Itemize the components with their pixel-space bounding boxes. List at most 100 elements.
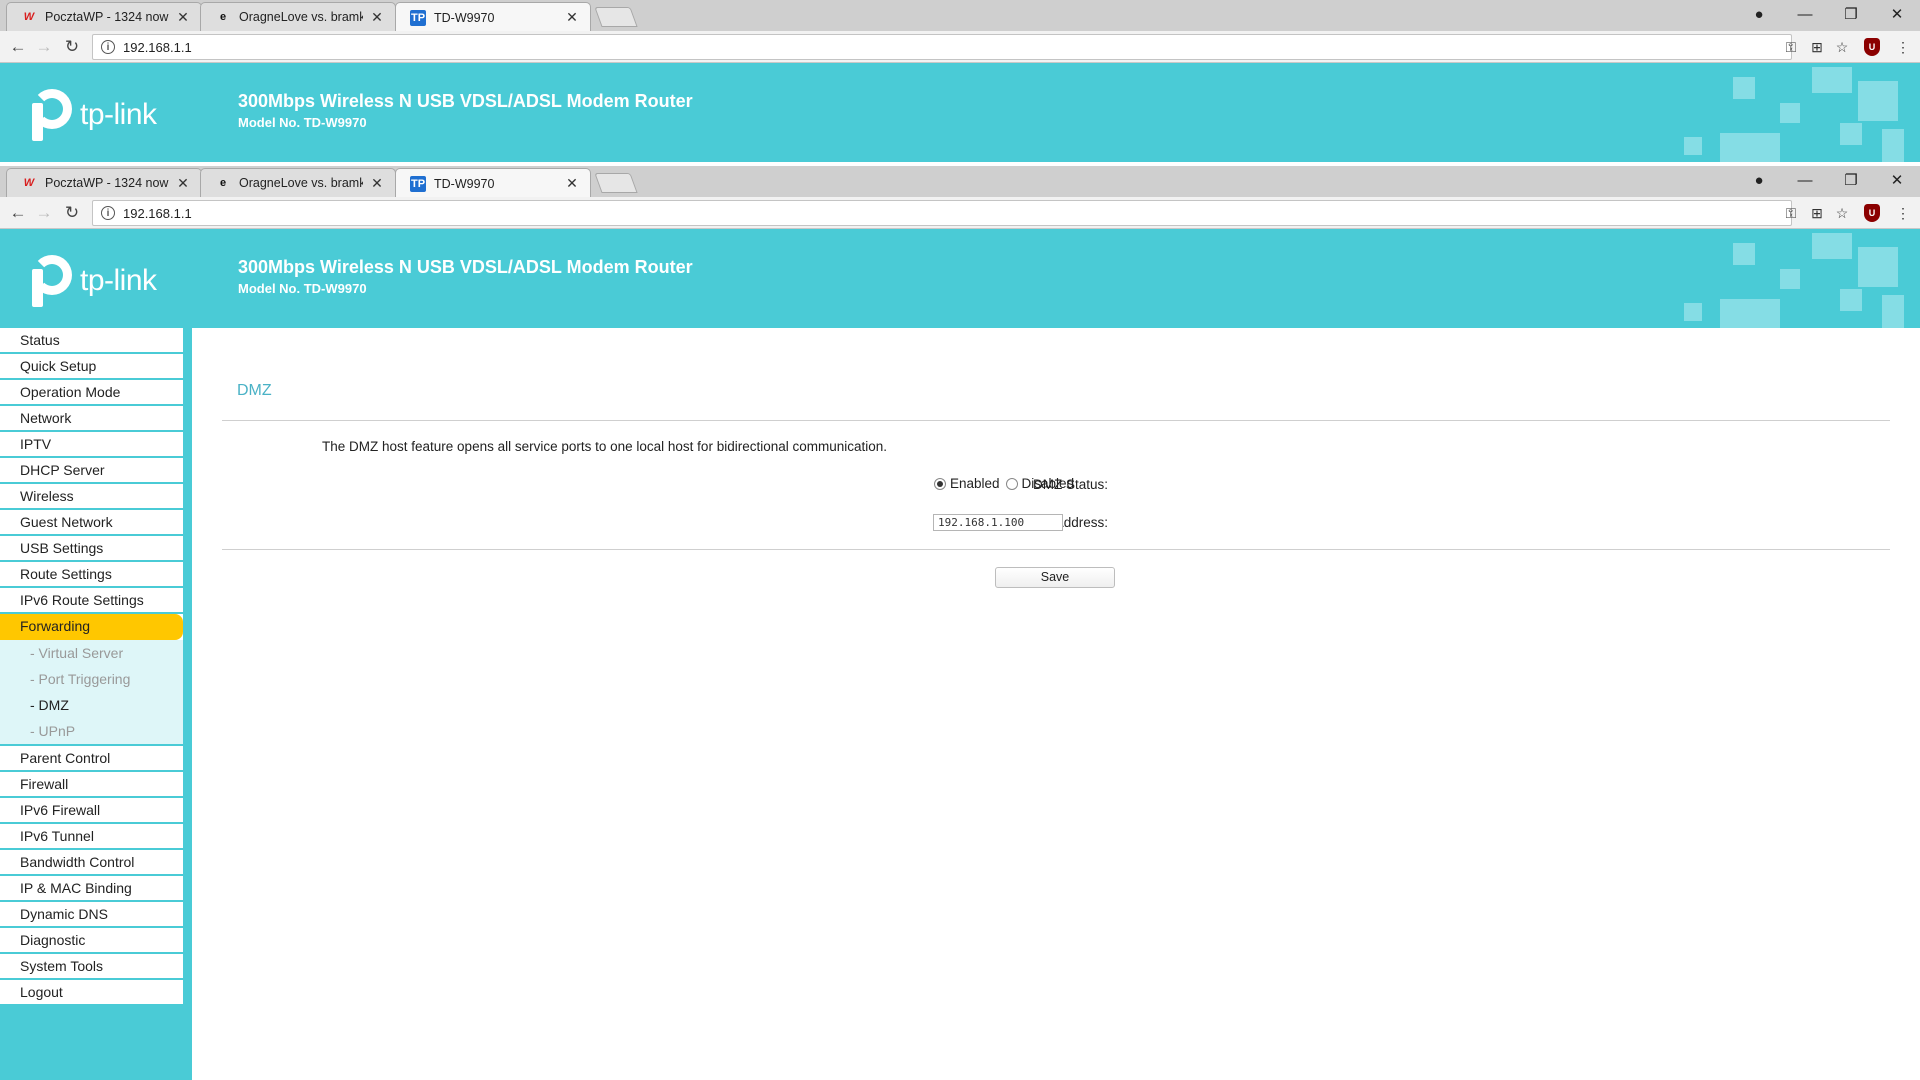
back-icon[interactable]: ← — [6, 201, 30, 225]
tab-td-w9970[interactable]: TP TD-W9970 ✕ — [395, 2, 591, 32]
forward-icon[interactable]: → — [32, 35, 56, 59]
sidebar-item-ipv6-firewall[interactable]: IPv6 Firewall — [0, 798, 183, 824]
dmz-enabled-label[interactable]: Enabled — [950, 476, 1000, 491]
sidebar-item-wireless[interactable]: Wireless — [0, 484, 183, 510]
header-decoration — [1858, 247, 1898, 287]
sidebar-item-operation-mode[interactable]: Operation Mode — [0, 380, 183, 406]
dmz-enabled-radio[interactable] — [934, 477, 946, 490]
close-icon[interactable]: ✕ — [564, 175, 580, 192]
translate-icon[interactable]: ⊞ — [1806, 36, 1828, 58]
back-icon[interactable]: ← — [6, 35, 30, 59]
dmz-host-ip-input[interactable]: 192.168.1.100 — [933, 514, 1063, 531]
browser-window: W PocztaWP - 1324 nowe ✕ e OragneLove vs… — [0, 166, 1920, 328]
sidebar-item-system-tools[interactable]: System Tools — [0, 954, 183, 980]
reload-icon[interactable]: ↻ — [60, 35, 84, 59]
header-decoration — [1780, 269, 1800, 289]
close-icon[interactable]: ✕ — [369, 175, 385, 192]
ublock-icon[interactable]: U — [1864, 204, 1880, 222]
sidebar-item-guest-network[interactable]: Guest Network — [0, 510, 183, 536]
reload-icon[interactable]: ↻ — [60, 201, 84, 225]
save-button[interactable]: Save — [995, 567, 1115, 588]
menu-icon[interactable]: ⋮ — [1892, 202, 1914, 224]
minimize-icon[interactable]: — — [1782, 166, 1828, 194]
header-decoration — [1720, 133, 1780, 162]
header-decoration — [1840, 289, 1862, 311]
tplink-logo: tp-link — [24, 255, 157, 307]
new-tab-button[interactable] — [594, 7, 638, 27]
close-icon[interactable]: ✕ — [175, 175, 191, 192]
sidebar-item-dynamic-dns[interactable]: Dynamic DNS — [0, 902, 183, 928]
sidebar-item-firewall[interactable]: Firewall — [0, 772, 183, 798]
subitem-virtual-server[interactable]: - Virtual Server — [0, 640, 183, 666]
info-icon[interactable]: i — [101, 206, 115, 220]
sidebar-item-forwarding[interactable]: Forwarding — [0, 614, 183, 640]
tab-oragnelove[interactable]: e OragneLove vs. bramka C ✕ — [200, 2, 396, 31]
profile-icon[interactable]: ● — [1736, 166, 1782, 194]
restore-icon[interactable]: ❐ — [1828, 0, 1874, 28]
tab-poczta[interactable]: W PocztaWP - 1324 nowe ✕ — [6, 2, 202, 31]
sidebar-item-usb-settings[interactable]: USB Settings — [0, 536, 183, 562]
header-decoration — [1684, 137, 1702, 155]
router-header: tp-link 300Mbps Wireless N USB VDSL/ADSL… — [0, 63, 1920, 162]
close-icon[interactable]: ✕ — [369, 9, 385, 26]
sidebar-item-network[interactable]: Network — [0, 406, 183, 432]
sidebar-item-iptv[interactable]: IPTV — [0, 432, 183, 458]
sidebar-item-route-settings[interactable]: Route Settings — [0, 562, 183, 588]
info-icon[interactable]: i — [101, 40, 115, 54]
sidebar-item-quick-setup[interactable]: Quick Setup — [0, 354, 183, 380]
menu-icon[interactable]: ⋮ — [1892, 36, 1914, 58]
wp-icon: W — [23, 11, 35, 23]
url-text: 192.168.1.1 — [123, 205, 192, 221]
tab-poczta[interactable]: W PocztaWP - 1324 nowe ✕ — [6, 168, 202, 197]
subitem-dmz[interactable]: - DMZ — [0, 692, 183, 718]
ublock-icon[interactable]: U — [1864, 38, 1880, 56]
divider — [222, 549, 1890, 550]
sidebar-item-dhcp-server[interactable]: DHCP Server — [0, 458, 183, 484]
star-icon[interactable]: ☆ — [1831, 36, 1853, 58]
sidebar-item-diagnostic[interactable]: Diagnostic — [0, 928, 183, 954]
translate-icon[interactable]: ⊞ — [1806, 202, 1828, 224]
window-close-icon[interactable]: ✕ — [1874, 166, 1920, 194]
tab-oragnelove[interactable]: e OragneLove vs. bramka C ✕ — [200, 168, 396, 197]
key-icon[interactable]: ⚿ — [1780, 36, 1802, 58]
sidebar-item-ipv6-tunnel[interactable]: IPv6 Tunnel — [0, 824, 183, 850]
sidebar-item-status[interactable]: Status — [0, 328, 183, 354]
tab-title: TD-W9970 — [434, 176, 495, 191]
star-icon[interactable]: ☆ — [1831, 202, 1853, 224]
new-tab-button[interactable] — [594, 173, 638, 193]
page-title: DMZ — [237, 382, 272, 399]
close-icon[interactable]: ✕ — [564, 9, 580, 26]
tab-td-w9970[interactable]: TP TD-W9970 ✕ — [395, 168, 591, 198]
forwarding-submenu: - Virtual Server - Port Triggering - DMZ… — [0, 640, 183, 746]
forward-icon[interactable]: → — [32, 201, 56, 225]
ie-icon: e — [219, 177, 227, 189]
subitem-upnp[interactable]: - UPnP — [0, 718, 183, 744]
sidebar-item-logout[interactable]: Logout — [0, 980, 183, 1006]
window-close-icon[interactable]: ✕ — [1874, 0, 1920, 28]
sidebar-item-ip-mac-binding[interactable]: IP & MAC Binding — [0, 876, 183, 902]
address-bar[interactable]: i 192.168.1.1 — [92, 200, 1792, 226]
header-decoration — [1840, 123, 1862, 145]
minimize-icon[interactable]: — — [1782, 0, 1828, 28]
profile-icon[interactable]: ● — [1736, 0, 1782, 28]
header-decoration — [1812, 233, 1852, 259]
header-decoration — [1812, 67, 1852, 93]
sidebar: Status Quick Setup Operation Mode Networ… — [0, 328, 192, 1080]
restore-icon[interactable]: ❐ — [1828, 166, 1874, 194]
router-header: tp-link 300Mbps Wireless N USB VDSL/ADSL… — [0, 229, 1920, 328]
main-content: DMZ The DMZ host feature opens all servi… — [192, 328, 1920, 1080]
address-bar[interactable]: i 192.168.1.1 — [92, 34, 1792, 60]
header-decoration — [1720, 299, 1780, 328]
dmz-disabled-label[interactable]: Disabled — [1022, 476, 1075, 491]
key-icon[interactable]: ⚿ — [1780, 202, 1802, 224]
sidebar-item-bandwidth-control[interactable]: Bandwidth Control — [0, 850, 183, 876]
header-decoration — [1858, 81, 1898, 121]
tplink-favicon: TP — [410, 9, 426, 26]
close-icon[interactable]: ✕ — [175, 9, 191, 26]
subitem-port-triggering[interactable]: - Port Triggering — [0, 666, 183, 692]
logo-text: tp-link — [80, 264, 157, 297]
sidebar-item-parent-control[interactable]: Parent Control — [0, 746, 183, 772]
tplink-favicon: TP — [410, 175, 426, 192]
sidebar-item-ipv6-route-settings[interactable]: IPv6 Route Settings — [0, 588, 183, 614]
dmz-disabled-radio[interactable] — [1005, 477, 1018, 490]
